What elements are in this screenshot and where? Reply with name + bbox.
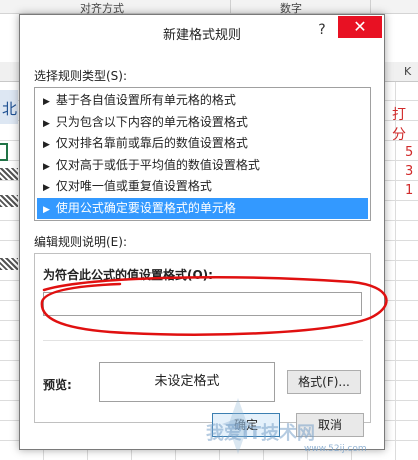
rule-type-item[interactable]: ▶ 仅对高于或低于平均值的数值设置格式 bbox=[37, 155, 368, 177]
triangle-right-icon: ▶ bbox=[43, 140, 50, 150]
ribbon-separator bbox=[370, 0, 371, 14]
triangle-right-icon: ▶ bbox=[43, 118, 50, 129]
column-header-k[interactable]: K bbox=[404, 65, 411, 78]
rule-type-item-label: 使用公式确定要设置格式的单元格 bbox=[55, 200, 236, 215]
hatched-cell bbox=[0, 168, 18, 180]
triangle-right-icon: ▶ bbox=[43, 161, 50, 172]
dialog-titlebar[interactable]: 新建格式规则 ? ✕ bbox=[20, 15, 384, 49]
preview-label: 预览: bbox=[43, 378, 72, 392]
ribbon-strip: 对齐方式 数字 bbox=[0, 0, 418, 15]
rule-type-item-selected[interactable]: ▶ 使用公式确定要设置格式的单元格 bbox=[37, 197, 368, 219]
rule-type-item-label: 仅对高于或低于平均值的数值设置格式 bbox=[55, 157, 260, 172]
partial-header-text: 北 bbox=[2, 100, 18, 118]
edit-description-label: 编辑规则说明(E): bbox=[34, 235, 127, 249]
hatched-cell bbox=[0, 258, 18, 270]
rule-type-item-label: 只为包含以下内容的单元格设置格式 bbox=[55, 114, 248, 129]
ribbon-separator bbox=[230, 0, 231, 14]
rule-type-label: 选择规则类型(S): bbox=[34, 69, 128, 83]
triangle-right-icon: ▶ bbox=[43, 97, 50, 107]
formula-input[interactable] bbox=[43, 292, 362, 316]
score-cell: 5 bbox=[405, 145, 414, 160]
active-cell-border bbox=[0, 143, 8, 161]
hatched-cell bbox=[0, 195, 18, 207]
score-cell: 1 bbox=[405, 183, 414, 198]
score-cell: 3 bbox=[405, 164, 414, 179]
close-button[interactable]: ✕ bbox=[338, 16, 382, 38]
rule-type-item-label: 仅对排名靠前或靠后的数值设置格式 bbox=[55, 136, 248, 150]
triangle-right-icon: ▶ bbox=[43, 183, 50, 193]
help-button[interactable]: ? bbox=[314, 22, 330, 40]
format-button[interactable]: 格式(F)... bbox=[287, 370, 361, 394]
rule-description-panel: 为符合此公式的值设置格式(O): 预览: 未设定格式 格式(F)... bbox=[34, 253, 371, 423]
rule-type-item[interactable]: ▶ 基于各自值设置所有单元格的格式 bbox=[37, 90, 368, 112]
rule-type-list[interactable]: ▶ 基于各自值设置所有单元格的格式 ▶ 只为包含以下内容的单元格设置格式 ▶ 仅对排名… bbox=[34, 87, 371, 221]
rule-type-item-label: 仅对唯一值或重复值设置格式 bbox=[55, 179, 212, 193]
watermark-url: www.52ij.com bbox=[304, 444, 367, 454]
partial-score-header: 打分 bbox=[392, 107, 406, 143]
divider bbox=[43, 340, 363, 341]
formula-label: 为符合此公式的值设置格式(O): bbox=[43, 268, 213, 282]
triangle-right-icon: ▶ bbox=[43, 204, 50, 215]
rule-type-item[interactable]: ▶ 只为包含以下内容的单元格设置格式 bbox=[37, 112, 368, 134]
new-format-rule-dialog: 新建格式规则 ? ✕ 选择规则类型(S): ▶ 基于各自值设置所有单元格的格式 ▶… bbox=[19, 14, 385, 450]
rule-type-item-label: 基于各自值设置所有单元格的格式 bbox=[55, 93, 236, 107]
rule-type-item[interactable]: ▶ 仅对唯一值或重复值设置格式 bbox=[37, 176, 368, 198]
watermark-text: 我爱IT技术网 bbox=[206, 423, 315, 444]
rule-type-item[interactable]: ▶ 仅对排名靠前或靠后的数值设置格式 bbox=[37, 133, 368, 155]
